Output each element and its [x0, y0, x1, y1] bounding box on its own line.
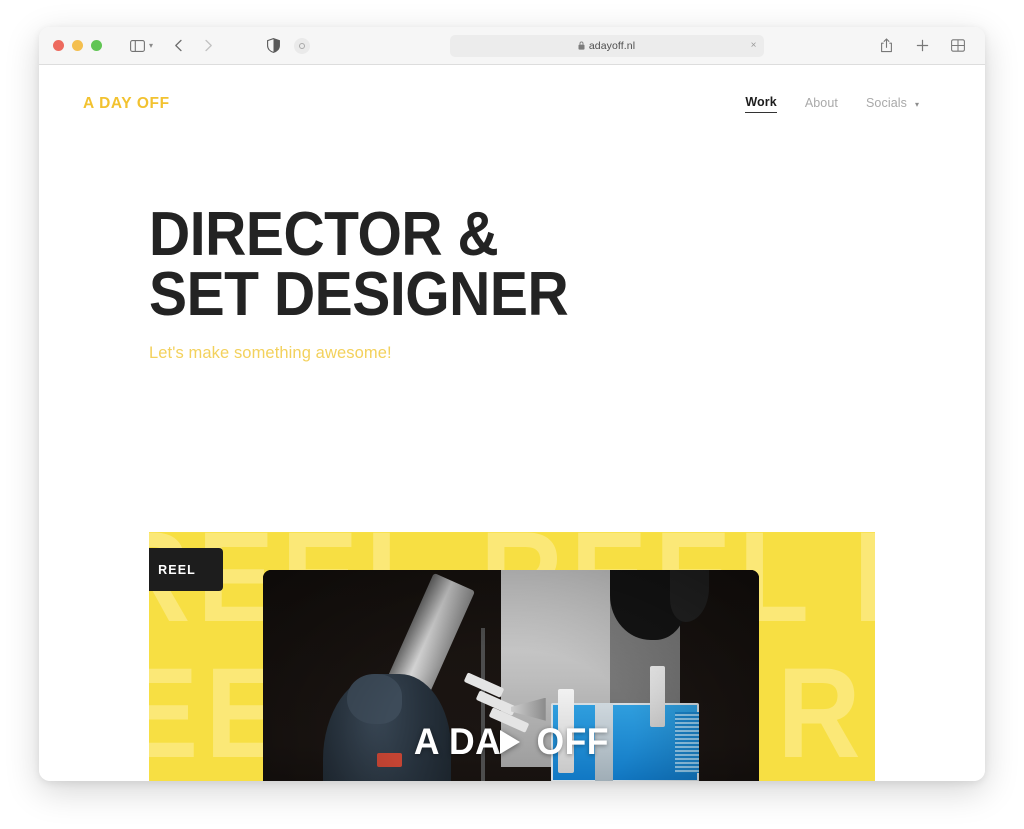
nav-item-socials[interactable]: Socials ▾ — [866, 96, 919, 113]
address-bar[interactable]: adayoff.nl × — [449, 34, 764, 57]
forward-button-icon[interactable] — [195, 34, 221, 58]
site-logo[interactable]: A DAY OFF — [83, 95, 170, 113]
sidebar-toggle-icon[interactable] — [124, 34, 150, 58]
minimize-window-button[interactable] — [72, 40, 83, 51]
sidebar-controls: ▾ — [124, 34, 153, 58]
sidebar-chevron-down-icon[interactable]: ▾ — [149, 41, 153, 50]
window-controls — [53, 40, 102, 51]
reel-tag-label: REEL — [158, 562, 196, 577]
video-overlay: A DA OFF — [263, 721, 759, 763]
play-button-icon[interactable] — [500, 729, 520, 754]
nav-item-about[interactable]: About — [805, 96, 838, 113]
address-url-text[interactable]: adayoff.nl — [589, 40, 635, 52]
tab-overview-icon[interactable] — [945, 34, 971, 58]
new-tab-icon[interactable] — [909, 34, 935, 58]
toolbar-right-actions — [873, 34, 971, 58]
browser-window: ▾ adayoff.nl × A DAY OFF Work About Soci… — [39, 27, 985, 781]
back-button-icon[interactable] — [165, 34, 191, 58]
hero-section: DIRECTOR & SET DESIGNER Let's make somet… — [39, 143, 985, 363]
lock-icon — [578, 41, 585, 50]
privacy-shield-icon[interactable] — [261, 34, 287, 58]
reel-tag-badge[interactable]: REEL — [149, 548, 223, 591]
share-icon[interactable] — [873, 34, 899, 58]
reader-view-icon[interactable] — [293, 37, 310, 54]
site-navigation: Work About Socials ▾ — [745, 95, 919, 113]
close-window-button[interactable] — [53, 40, 64, 51]
hero-subtitle: Let's make something awesome! — [149, 344, 392, 363]
video-overlay-text-left: A DA — [413, 720, 501, 762]
nav-item-work[interactable]: Work — [745, 95, 777, 113]
browser-toolbar: ▾ adayoff.nl × — [39, 27, 985, 65]
stop-load-close-icon[interactable]: × — [751, 40, 757, 51]
privacy-controls — [261, 34, 310, 58]
page-viewport: A DAY OFF Work About Socials ▾ DIRECTOR … — [39, 65, 985, 781]
chevron-down-icon[interactable]: ▾ — [915, 100, 919, 109]
site-header: A DAY OFF Work About Socials ▾ — [39, 65, 985, 143]
maximize-window-button[interactable] — [91, 40, 102, 51]
nav-item-socials-label[interactable]: Socials — [866, 96, 907, 113]
hero-title-line-1: DIRECTOR & — [149, 200, 499, 269]
page-title: DIRECTOR & SET DESIGNER — [149, 200, 918, 329]
navigation-controls — [165, 34, 221, 58]
video-overlay-text-right: OFF — [536, 720, 609, 762]
reel-banner: REEL REEL REEL REEL REEL REEL REEL — [149, 532, 875, 781]
reel-video-thumbnail[interactable]: A DA OFF — [263, 570, 759, 781]
hero-title-line-2: SET DESIGNER — [149, 259, 569, 329]
